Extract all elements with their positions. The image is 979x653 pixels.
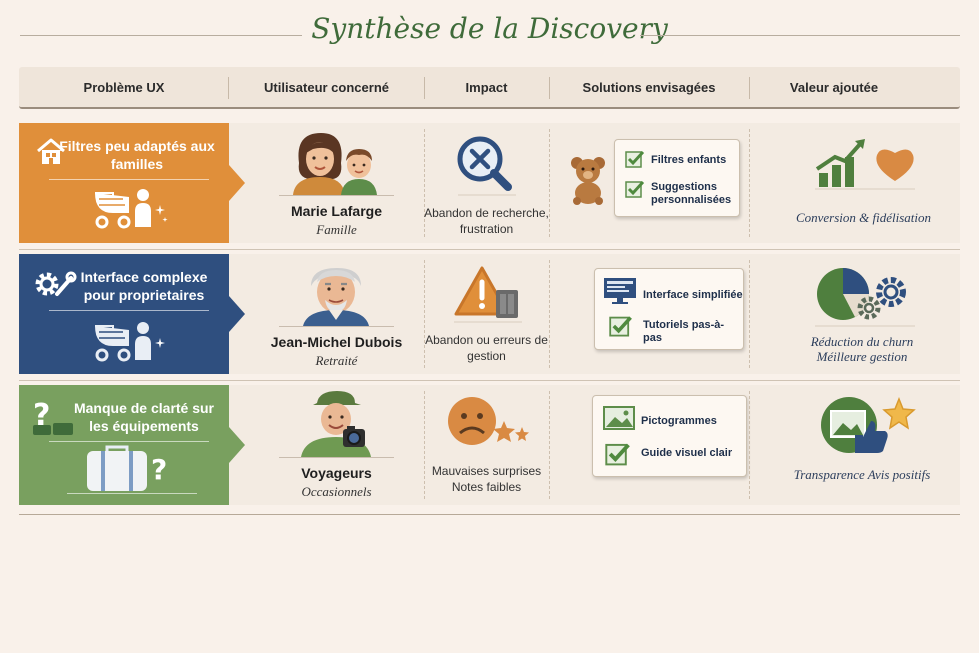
solutions-cell: Pictogrammes Guide visuel clair — [567, 385, 749, 505]
mother-child-avatar — [293, 133, 377, 195]
growth-chart-icon — [815, 139, 915, 190]
arrow-shape — [229, 165, 245, 201]
value-cell: Conversion & fidélisation — [767, 123, 960, 243]
pie-chart-icon — [815, 268, 915, 327]
checkbox-checked-icon — [625, 150, 645, 168]
header-solutions: Solutions envisagées — [582, 80, 716, 95]
table-row: Interface complexe pour proprietaires Je… — [19, 254, 960, 374]
impact-text: Abandon ou erreurs de gestion — [425, 333, 548, 363]
stroller-icon — [95, 189, 168, 229]
page-title: Synthèse de la Discovery — [311, 12, 668, 45]
value-cell: Transparence Avis positifs — [767, 385, 960, 505]
impact-cell: Abandon de recherche, frustration — [424, 123, 549, 243]
table-bottom-border — [19, 514, 960, 515]
problem-cell: Filtres peu adaptés aux familles — [19, 123, 245, 243]
title-bar: Synthèse de la Discovery — [0, 8, 979, 52]
column-divider — [549, 129, 550, 237]
divider — [49, 310, 209, 311]
stroller-icon — [95, 322, 165, 362]
divider — [279, 457, 394, 458]
user-role: Famille — [316, 222, 357, 237]
value-cell: Réduction du churn Méilleure gestion — [767, 254, 960, 374]
svg-text:?: ? — [151, 453, 167, 486]
solution-card: Filtres enfants Suggestions personnalisé… — [614, 139, 740, 217]
solution-item: Guide visuel clair — [641, 447, 733, 459]
impact-cell: Mauvaises surprises Notes faibles — [424, 385, 549, 505]
solution-card: Pictogrammes Guide visuel clair — [592, 395, 747, 477]
user-name: Jean-Michel Dubois — [270, 334, 403, 350]
user-cell: Jean-Michel Dubois Retraité — [249, 254, 424, 374]
column-divider — [749, 129, 750, 237]
user-cell: Marie Lafarge Famille — [249, 123, 424, 243]
impact-text: Mauvaises surprises Notes faibles — [431, 464, 542, 494]
teddy-bear-icon — [571, 157, 605, 205]
divider — [49, 179, 209, 180]
column-divider — [549, 391, 550, 499]
divider — [279, 195, 394, 196]
senior-man-avatar — [303, 268, 369, 326]
problem-cell: ? Manque de clarté sur les équipements ? — [19, 385, 245, 505]
user-name: Voyageurs — [301, 465, 372, 481]
impact-cell: Abandon ou erreurs de gestion — [424, 254, 549, 374]
user-name: Marie Lafarge — [290, 203, 383, 219]
row-divider — [19, 380, 960, 381]
problem-text: Filtres peu adaptés aux familles — [59, 138, 215, 172]
table-header: Problème UX Utilisateur concerné Impact … — [19, 67, 960, 109]
table-row: ? Manque de clarté sur les équipements ? — [19, 385, 960, 505]
checkbox-checked-icon — [605, 443, 630, 466]
title-divider-right — [640, 35, 960, 36]
checkbox-checked-icon — [609, 316, 632, 337]
solution-item: Filtres enfants — [651, 154, 727, 166]
solution-card: Interface simplifiée Tutoriels pas-à-pas — [594, 268, 744, 350]
arrow-shape — [229, 427, 245, 463]
magnifier-cross-icon — [457, 136, 516, 196]
user-cell: Voyageurs Occasionnels — [249, 385, 424, 505]
row-divider — [19, 249, 960, 250]
problem-text: Interface complexe pour proprietaires — [80, 269, 208, 303]
header-probleme: Problème UX — [83, 80, 165, 95]
column-divider — [749, 391, 750, 499]
checkbox-checked-icon — [625, 180, 645, 198]
value-text: Transparence Avis positifs — [793, 467, 931, 482]
header-valeur: Valeur ajoutée — [789, 80, 879, 95]
user-role: Retraité — [315, 353, 358, 368]
impact-text: Abandon de recherche, frustration — [424, 206, 549, 236]
arrow-shape — [229, 296, 245, 332]
divider — [279, 326, 394, 327]
warning-icon — [454, 266, 522, 323]
solution-item: Suggestions personnalisées — [651, 181, 732, 206]
solution-item: Tutoriels pas-à-pas — [643, 319, 725, 344]
table-row: Filtres peu adaptés aux familles Marie L… — [19, 123, 960, 243]
column-divider — [549, 260, 550, 368]
user-role: Occasionnels — [301, 484, 372, 499]
star-icon — [882, 397, 916, 430]
picture-icon — [603, 406, 635, 430]
suitcase-icon: ? — [87, 445, 167, 491]
picture-icon — [821, 397, 916, 453]
problem-text: Manque de clarté sur les équipements — [73, 400, 215, 434]
traveler-camera-avatar — [301, 391, 371, 457]
divider — [49, 441, 209, 442]
solutions-cell: Interface simplifiée Tutoriels pas-à-pas — [567, 254, 749, 374]
header-utilisateur: Utilisateur concerné — [264, 80, 389, 95]
solutions-cell: Filtres enfants Suggestions personnalisé… — [567, 123, 749, 243]
value-text: Réduction du churn Méilleure gestion — [810, 334, 914, 364]
problem-cell: Interface complexe pour proprietaires — [19, 254, 245, 374]
column-divider — [749, 260, 750, 368]
solution-item: Interface simplifiée — [643, 289, 743, 301]
header-impact: Impact — [465, 80, 508, 95]
solution-item: Pictogrammes — [641, 415, 717, 427]
heart-icon — [876, 149, 914, 181]
monitor-icon — [604, 278, 636, 304]
sad-face-stars-icon — [448, 397, 529, 445]
value-text: Conversion & fidélisation — [795, 210, 932, 225]
